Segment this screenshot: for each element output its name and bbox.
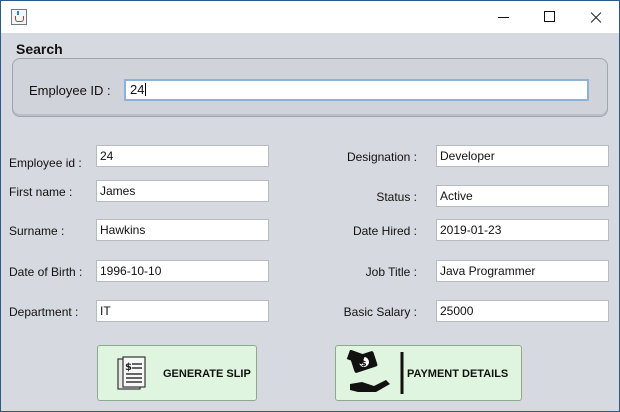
- status-label: Status :: [376, 190, 417, 204]
- search-panel: Employee ID : 24: [12, 58, 608, 117]
- svg-text:$: $: [125, 362, 132, 373]
- app-window: Search Employee ID : 24 Employee id : 24…: [0, 0, 620, 412]
- hand-money-icon: $: [346, 350, 404, 394]
- employee-id-search-label: Employee ID :: [29, 83, 111, 98]
- department-field[interactable]: IT: [96, 300, 269, 322]
- maximize-icon: [544, 11, 555, 22]
- close-button[interactable]: [573, 1, 619, 33]
- date-of-birth-label: Date of Birth :: [9, 265, 83, 279]
- first-name-label: First name :: [9, 185, 73, 199]
- title-bar: [1, 1, 619, 33]
- job-title-label: Job Title :: [365, 265, 417, 279]
- basic-salary-field[interactable]: 25000: [436, 300, 609, 322]
- surname-field[interactable]: Hawkins: [96, 219, 269, 241]
- receipt-icon: $: [117, 356, 146, 390]
- date-hired-field[interactable]: 2019-01-23: [436, 219, 609, 241]
- employee-id-field[interactable]: 24: [96, 145, 269, 167]
- basic-salary-label: Basic Salary :: [343, 305, 417, 319]
- text-caret: [145, 83, 147, 96]
- generate-slip-label: GENERATE SLIP: [163, 368, 251, 380]
- date-hired-label: Date Hired :: [352, 224, 417, 238]
- minimize-icon: [498, 17, 509, 18]
- search-input-value: 24: [130, 82, 145, 97]
- employee-id-search-input[interactable]: 24: [124, 79, 589, 101]
- designation-field[interactable]: Developer: [436, 145, 609, 167]
- surname-label: Surname :: [9, 224, 65, 238]
- status-field[interactable]: Active: [436, 185, 609, 207]
- payment-details-button[interactable]: $ PAYMENT DETAILS: [335, 345, 522, 401]
- department-label: Department :: [9, 305, 79, 319]
- generate-slip-button[interactable]: $ GENERATE SLIP: [97, 345, 257, 401]
- designation-label: Designation :: [346, 150, 417, 164]
- job-title-field[interactable]: Java Programmer: [436, 260, 609, 282]
- minimize-button[interactable]: [481, 1, 527, 33]
- first-name-field[interactable]: James: [96, 180, 269, 202]
- maximize-button[interactable]: [527, 1, 573, 33]
- payment-details-label: PAYMENT DETAILS: [407, 368, 509, 380]
- employee-id-label: Employee id :: [9, 156, 82, 170]
- java-cup-icon: [11, 9, 27, 25]
- date-of-birth-field[interactable]: 1996-10-10: [96, 260, 269, 282]
- search-section-title: Search: [16, 41, 63, 57]
